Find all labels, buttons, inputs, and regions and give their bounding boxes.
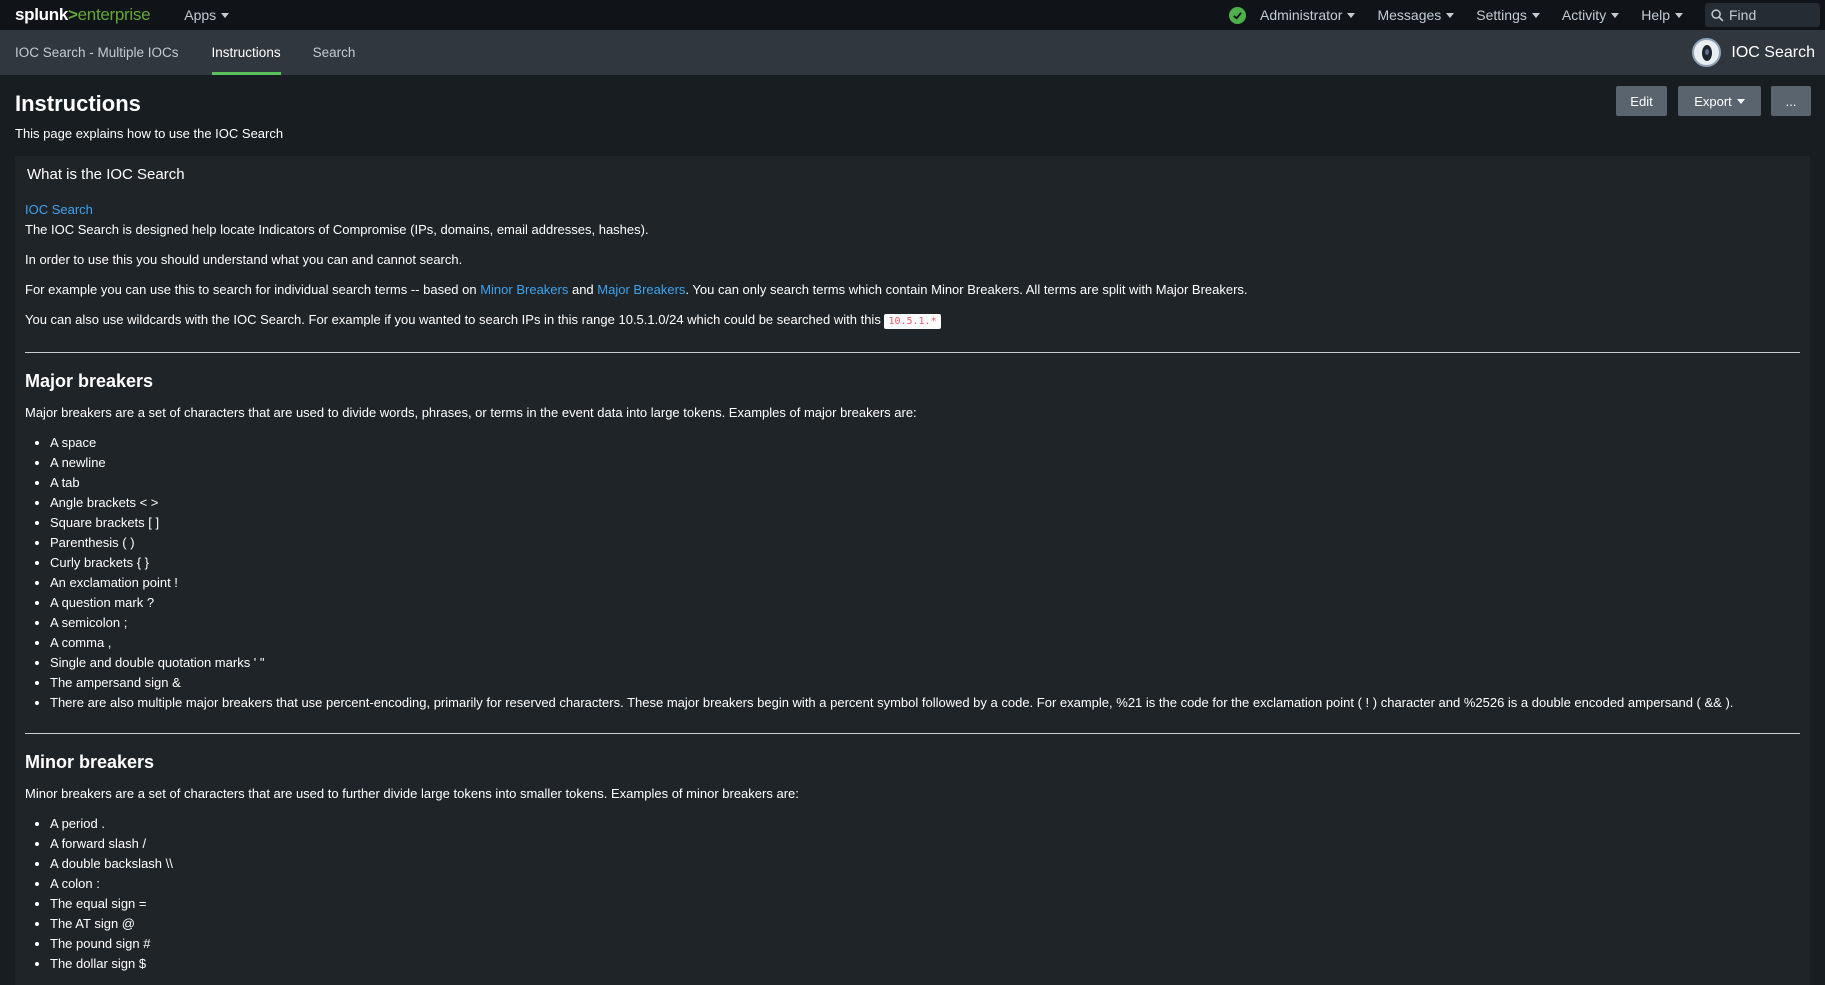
list-item: A double backslash \\ [50,854,1800,874]
chevron-down-icon [1611,12,1620,18]
tab-instructions[interactable]: Instructions [211,30,281,75]
administrator-menu[interactable]: Administrator [1260,7,1356,23]
list-item: A forward slash / [50,834,1800,854]
app-bar: IOC Search - Multiple IOCs Instructions … [0,30,1825,75]
page-title: Instructions [15,91,141,116]
chevron-down-icon [1675,12,1683,18]
instructions-panel: What is the IOC Search IOC Search The IO… [15,156,1810,985]
paragraph-understand: In order to use this you should understa… [25,252,463,267]
health-status-icon[interactable] [1228,6,1246,24]
help-menu[interactable]: Help [1641,7,1683,23]
list-item: Angle brackets < > [50,493,1800,513]
chevron-down-icon [1736,98,1745,104]
list-item: A semicolon ; [50,613,1800,633]
list-item: Single and double quotation marks ' " [50,653,1800,673]
list-item: A colon : [50,874,1800,894]
list-item: A period . [50,814,1800,834]
splunk-logo[interactable]: splunk>enterprise [15,5,151,25]
major-breakers-heading: Major breakers [25,371,154,391]
major-breakers-intro: Major breakers are a set of characters t… [25,405,917,420]
chevron-down-icon [1531,12,1540,18]
list-item: An exclamation point ! [50,573,1800,593]
ioc-search-link[interactable]: IOC Search [25,202,93,217]
search-icon [1711,8,1724,21]
panel-title: What is the IOC Search [27,166,185,183]
minor-breakers-heading: Minor breakers [25,752,155,772]
chevron-down-icon [221,12,230,18]
paragraph-breakers: For example you can use this to search f… [25,282,1248,297]
find-box[interactable] [1705,3,1820,27]
export-button[interactable]: Export [1678,86,1761,116]
paragraph-wildcards: You can also use wildcards with the IOC … [25,310,1800,332]
divider [25,352,1800,353]
tab-search[interactable]: Search [313,30,356,75]
list-item: There are also multiple major breakers t… [50,693,1800,713]
list-item: Parenthesis ( ) [50,533,1800,553]
tab-ioc-search-multiple-iocs[interactable]: IOC Search - Multiple IOCs [15,30,179,75]
list-item: The equal sign = [50,894,1800,914]
minor-breakers-link[interactable]: Minor Breakers [480,282,568,297]
app-logo-icon [1692,38,1722,67]
page-description: This page explains how to use the IOC Se… [15,126,284,141]
chevron-down-icon [1446,12,1455,18]
more-actions-button[interactable]: ... [1771,86,1811,116]
apps-menu[interactable]: Apps [184,7,230,23]
top-navigation-bar: splunk>enterprise Apps Administrator Mes… [0,0,1825,30]
list-item: Curly brackets { } [50,553,1800,573]
list-item: A space [50,433,1800,453]
list-item: The ampersand sign & [50,673,1800,693]
list-item: A question mark ? [50,593,1800,613]
settings-menu[interactable]: Settings [1476,7,1540,23]
app-title[interactable]: IOC Search [1692,30,1815,75]
minor-breakers-intro: Minor breakers are a set of characters t… [25,786,799,801]
activity-menu[interactable]: Activity [1562,7,1620,23]
list-item: A tab [50,473,1800,493]
divider [25,733,1800,734]
paragraph-intro: The IOC Search is designed help locate I… [25,222,649,237]
chevron-down-icon [1347,12,1356,18]
list-item: The pound sign # [50,934,1800,954]
list-item: The AT sign @ [50,914,1800,934]
edit-button[interactable]: Edit [1616,86,1667,116]
major-breakers-list: A space A newline A tab Angle brackets <… [50,433,1800,713]
messages-menu[interactable]: Messages [1377,7,1455,23]
list-item: The dollar sign $ [50,954,1800,974]
list-item: Square brackets [ ] [50,513,1800,533]
wildcard-code-example: 10.5.1.* [884,314,941,329]
right-navigation: Administrator Messages Settings Activity… [1228,0,1825,30]
list-item: A comma , [50,633,1800,653]
major-breakers-link[interactable]: Major Breakers [597,282,685,297]
panel-content: IOC Search The IOC Search is designed he… [25,200,1800,974]
minor-breakers-list: A period . A forward slash / A double ba… [50,814,1800,974]
list-item: A newline [50,453,1800,473]
find-input[interactable] [1729,7,1809,23]
